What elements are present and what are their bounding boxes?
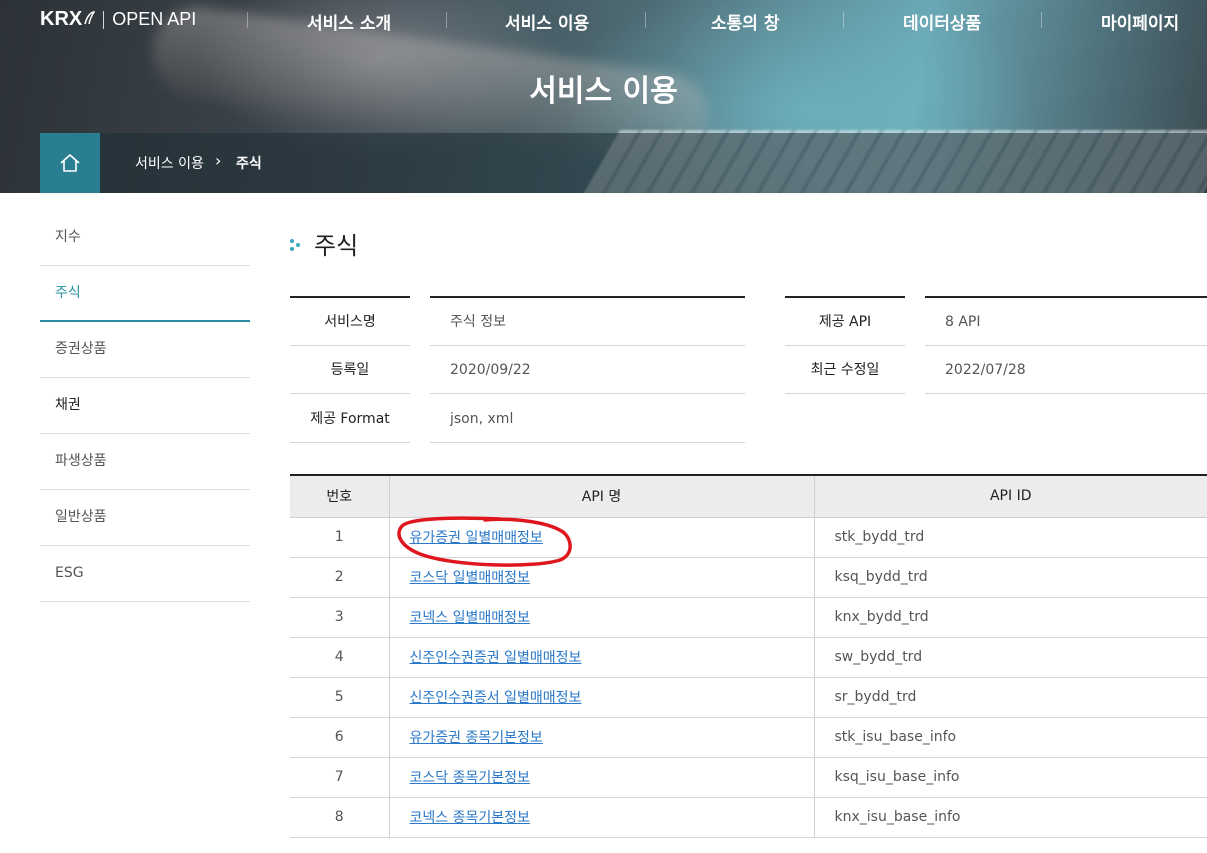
registered-date-value: 2020/09/22 [430, 346, 745, 394]
nav-communication[interactable]: 소통의 창 [711, 9, 779, 34]
breadcrumb-current: 주식 [236, 156, 262, 172]
nav-divider [645, 12, 646, 28]
title-bullet-icon [288, 234, 302, 254]
sidebar-item-general-products[interactable]: 일반상품 [40, 490, 250, 546]
api-name-link[interactable]: 코스닥 종목기본정보 [410, 770, 530, 786]
table-row: 1 유가증권 일별매매정보 stk_bydd_trd [290, 517, 1207, 558]
logo-swoosh-icon [83, 10, 96, 30]
api-name-link[interactable]: 유가증권 일별매매정보 [410, 530, 543, 546]
page-title: 주식 [288, 226, 358, 261]
logo-product-name: OPEN API [112, 9, 197, 29]
nav-divider [843, 12, 844, 28]
row-number: 7 [290, 757, 390, 798]
sidebar-item-esg[interactable]: ESG [40, 546, 250, 602]
row-number: 8 [290, 797, 390, 838]
api-id: sr_bydd_trd [814, 677, 1207, 718]
top-navigation: KRX OPEN API 서비스 소개 서비스 이용 소통의 창 데이터상품 마… [0, 0, 1207, 42]
krx-logo-mark: KRX [40, 8, 83, 30]
format-value: json, xml [430, 395, 745, 443]
api-name-link[interactable]: 코스닥 일별매매정보 [410, 570, 530, 586]
table-header-row: 번호 API 명 API ID [290, 475, 1207, 518]
table-row: 8 코넥스 종목기본정보 knx_isu_base_info [290, 797, 1207, 838]
row-number: 2 [290, 557, 390, 598]
column-header-api-name: API 명 [389, 475, 815, 518]
chevron-right-icon: › [215, 151, 222, 170]
breadcrumb: 서비스 이용 › 주식 [40, 133, 1207, 193]
home-button[interactable] [40, 133, 100, 193]
row-number: 1 [290, 517, 390, 558]
api-name-link[interactable]: 신주인수권증권 일별매매정보 [410, 650, 582, 666]
sidebar-item-derivatives[interactable]: 파생상품 [40, 434, 250, 490]
api-id: knx_isu_base_info [814, 797, 1207, 838]
hero-banner: KRX OPEN API 서비스 소개 서비스 이용 소통의 창 데이터상품 마… [0, 0, 1207, 193]
table-row: 4 신주인수권증권 일별매매정보 sw_bydd_trd [290, 637, 1207, 678]
nav-divider [446, 12, 447, 28]
sidebar: 지수 주식 증권상품 채권 파생상품 일반상품 ESG [40, 210, 250, 602]
modified-date-value: 2022/07/28 [925, 346, 1207, 394]
api-table: 번호 API 명 API ID 1 유가증권 일별매매정보 stk_bydd_t… [290, 474, 1207, 838]
api-name-link[interactable]: 유가증권 종목기본정보 [410, 730, 543, 746]
logo[interactable]: KRX OPEN API [40, 8, 196, 31]
api-name-link[interactable]: 신주인수권증서 일별매매정보 [410, 690, 582, 706]
api-count-label: 제공 API [785, 298, 905, 346]
column-header-api-id: API ID [814, 475, 1207, 518]
row-number: 3 [290, 597, 390, 638]
api-count-value: 8 API [925, 298, 1207, 346]
sidebar-item-bonds[interactable]: 채권 [40, 378, 250, 434]
nav-service-use[interactable]: 서비스 이용 [505, 9, 589, 34]
service-name-label: 서비스명 [290, 298, 410, 346]
api-name-link[interactable]: 코넥스 종목기본정보 [410, 810, 530, 826]
hero-title: 서비스 이용 [529, 74, 678, 109]
api-id: stk_isu_base_info [814, 717, 1207, 758]
home-icon [60, 154, 80, 172]
table-row: 7 코스닥 종목기본정보 ksq_isu_base_info [290, 757, 1207, 798]
sidebar-item-securities-products[interactable]: 증권상품 [40, 322, 250, 378]
sidebar-item-index[interactable]: 지수 [40, 210, 250, 266]
nav-service-intro[interactable]: 서비스 소개 [307, 9, 391, 34]
modified-date-label: 최근 수정일 [785, 346, 905, 394]
api-name-link[interactable]: 코넥스 일별매매정보 [410, 610, 530, 626]
row-number: 4 [290, 637, 390, 678]
table-row: 5 신주인수권증서 일별매매정보 sr_bydd_trd [290, 677, 1207, 718]
api-id: sw_bydd_trd [814, 637, 1207, 678]
logo-divider [103, 10, 105, 29]
column-header-number: 번호 [290, 475, 390, 518]
table-row: 3 코넥스 일별매매정보 knx_bydd_trd [290, 597, 1207, 638]
table-row: 6 유가증권 종목기본정보 stk_isu_base_info [290, 717, 1207, 758]
api-id: ksq_bydd_trd [814, 557, 1207, 598]
nav-my-page[interactable]: 마이페이지 [1101, 9, 1179, 34]
service-name-value: 주식 정보 [430, 298, 745, 346]
registered-date-label: 등록일 [290, 346, 410, 394]
breadcrumb-service-use[interactable]: 서비스 이용 [135, 153, 204, 173]
format-label: 제공 Format [290, 395, 410, 443]
api-id: knx_bydd_trd [814, 597, 1207, 638]
page-title-text: 주식 [314, 232, 359, 260]
row-number: 6 [290, 717, 390, 758]
nav-data-products[interactable]: 데이터상품 [903, 9, 981, 34]
row-number: 5 [290, 677, 390, 718]
nav-divider [247, 12, 248, 28]
api-id: ksq_isu_base_info [814, 757, 1207, 798]
sidebar-item-stock[interactable]: 주식 [40, 266, 250, 322]
api-id: stk_bydd_trd [814, 517, 1207, 558]
nav-divider [1041, 12, 1042, 28]
table-row: 2 코스닥 일별매매정보 ksq_bydd_trd [290, 557, 1207, 598]
